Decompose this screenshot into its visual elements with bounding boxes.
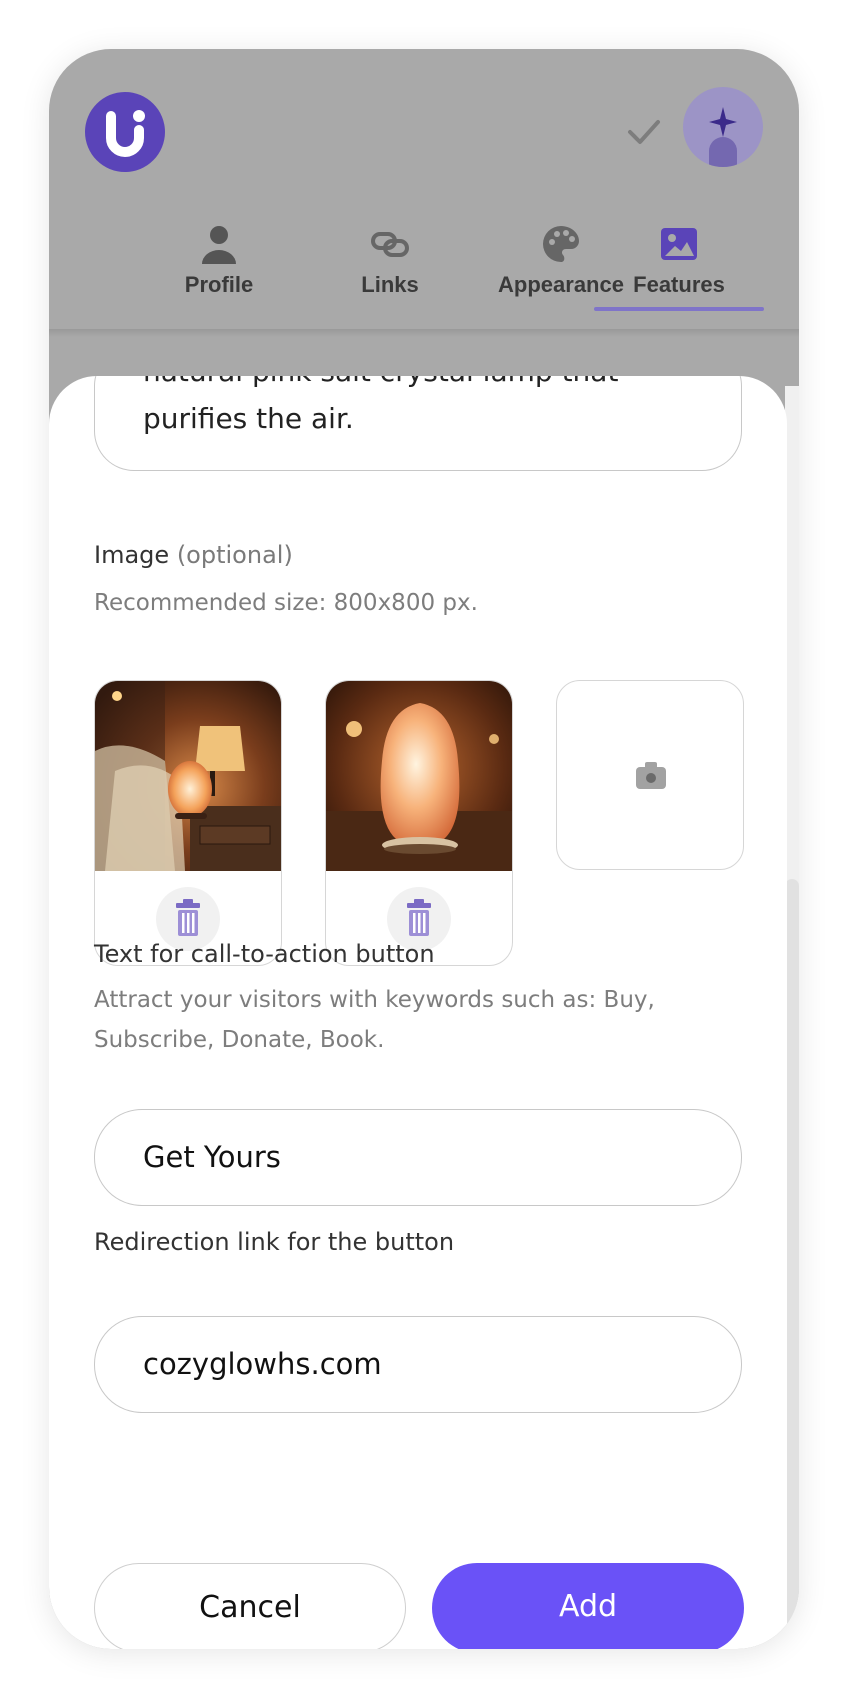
nav-tabs: Profile Links Appearance Features — [49, 224, 799, 329]
upload-image-button[interactable] — [556, 680, 744, 870]
scrollbar-thumb[interactable] — [785, 879, 799, 1649]
tab-links[interactable]: Links — [305, 224, 475, 314]
description-line: natural pink salt crystal lamp that — [143, 376, 618, 388]
active-tab-indicator — [594, 307, 764, 311]
tab-label: Profile — [184, 272, 254, 297]
add-button[interactable]: Add — [432, 1563, 744, 1649]
person-icon — [199, 224, 239, 264]
bottom-sheet-form: natural pink salt crystal lamp that puri… — [49, 376, 787, 1649]
redirect-link-value: cozyglowhs.com — [143, 1347, 382, 1381]
phone-frame: Profile Links Appearance Features purifi… — [49, 49, 799, 1649]
cta-hint: Attract your visitors with keywords such… — [94, 980, 655, 1060]
image-label-optional: (optional) — [176, 541, 293, 569]
camera-icon — [636, 761, 666, 789]
link-icon — [370, 224, 410, 264]
cancel-button[interactable]: Cancel — [94, 1563, 406, 1649]
sparkle-avatar-icon[interactable] — [683, 87, 763, 167]
check-icon[interactable] — [624, 112, 664, 152]
palette-icon — [541, 224, 581, 264]
description-textarea[interactable]: natural pink salt crystal lamp that puri… — [94, 376, 742, 471]
app-header: Profile Links Appearance Features — [49, 49, 799, 329]
image-label: Image (optional) — [94, 541, 293, 569]
image-icon — [659, 224, 699, 264]
cta-hint-line: Attract your visitors with keywords such… — [94, 987, 655, 1013]
tab-label: Features — [633, 272, 725, 297]
salt-lamp-closeup-photo — [326, 681, 512, 871]
redirect-label: Redirection link for the button — [94, 1228, 455, 1256]
brand-logo-icon[interactable] — [85, 92, 165, 172]
image-thumbnail-1[interactable] — [94, 680, 282, 966]
image-thumbnail-2[interactable] — [325, 680, 513, 966]
cta-hint-line: Subscribe, Donate, Book. — [94, 1027, 385, 1053]
cta-text-value: Get Yours — [143, 1140, 281, 1174]
header-divider — [49, 329, 799, 337]
image-size-hint: Recommended size: 800x800 px. — [94, 590, 478, 616]
cta-text-input[interactable]: Get Yours — [94, 1109, 742, 1206]
description-line: purifies the air. — [143, 402, 354, 435]
tab-label: Links — [361, 272, 419, 297]
tab-profile[interactable]: Profile — [134, 224, 304, 314]
tab-features[interactable]: Features — [594, 224, 764, 314]
image-label-text: Image — [94, 541, 170, 569]
salt-lamp-bedroom-photo — [95, 681, 281, 871]
redirect-link-input[interactable]: cozyglowhs.com — [94, 1316, 742, 1413]
cta-label: Text for call-to-action button — [94, 940, 435, 968]
